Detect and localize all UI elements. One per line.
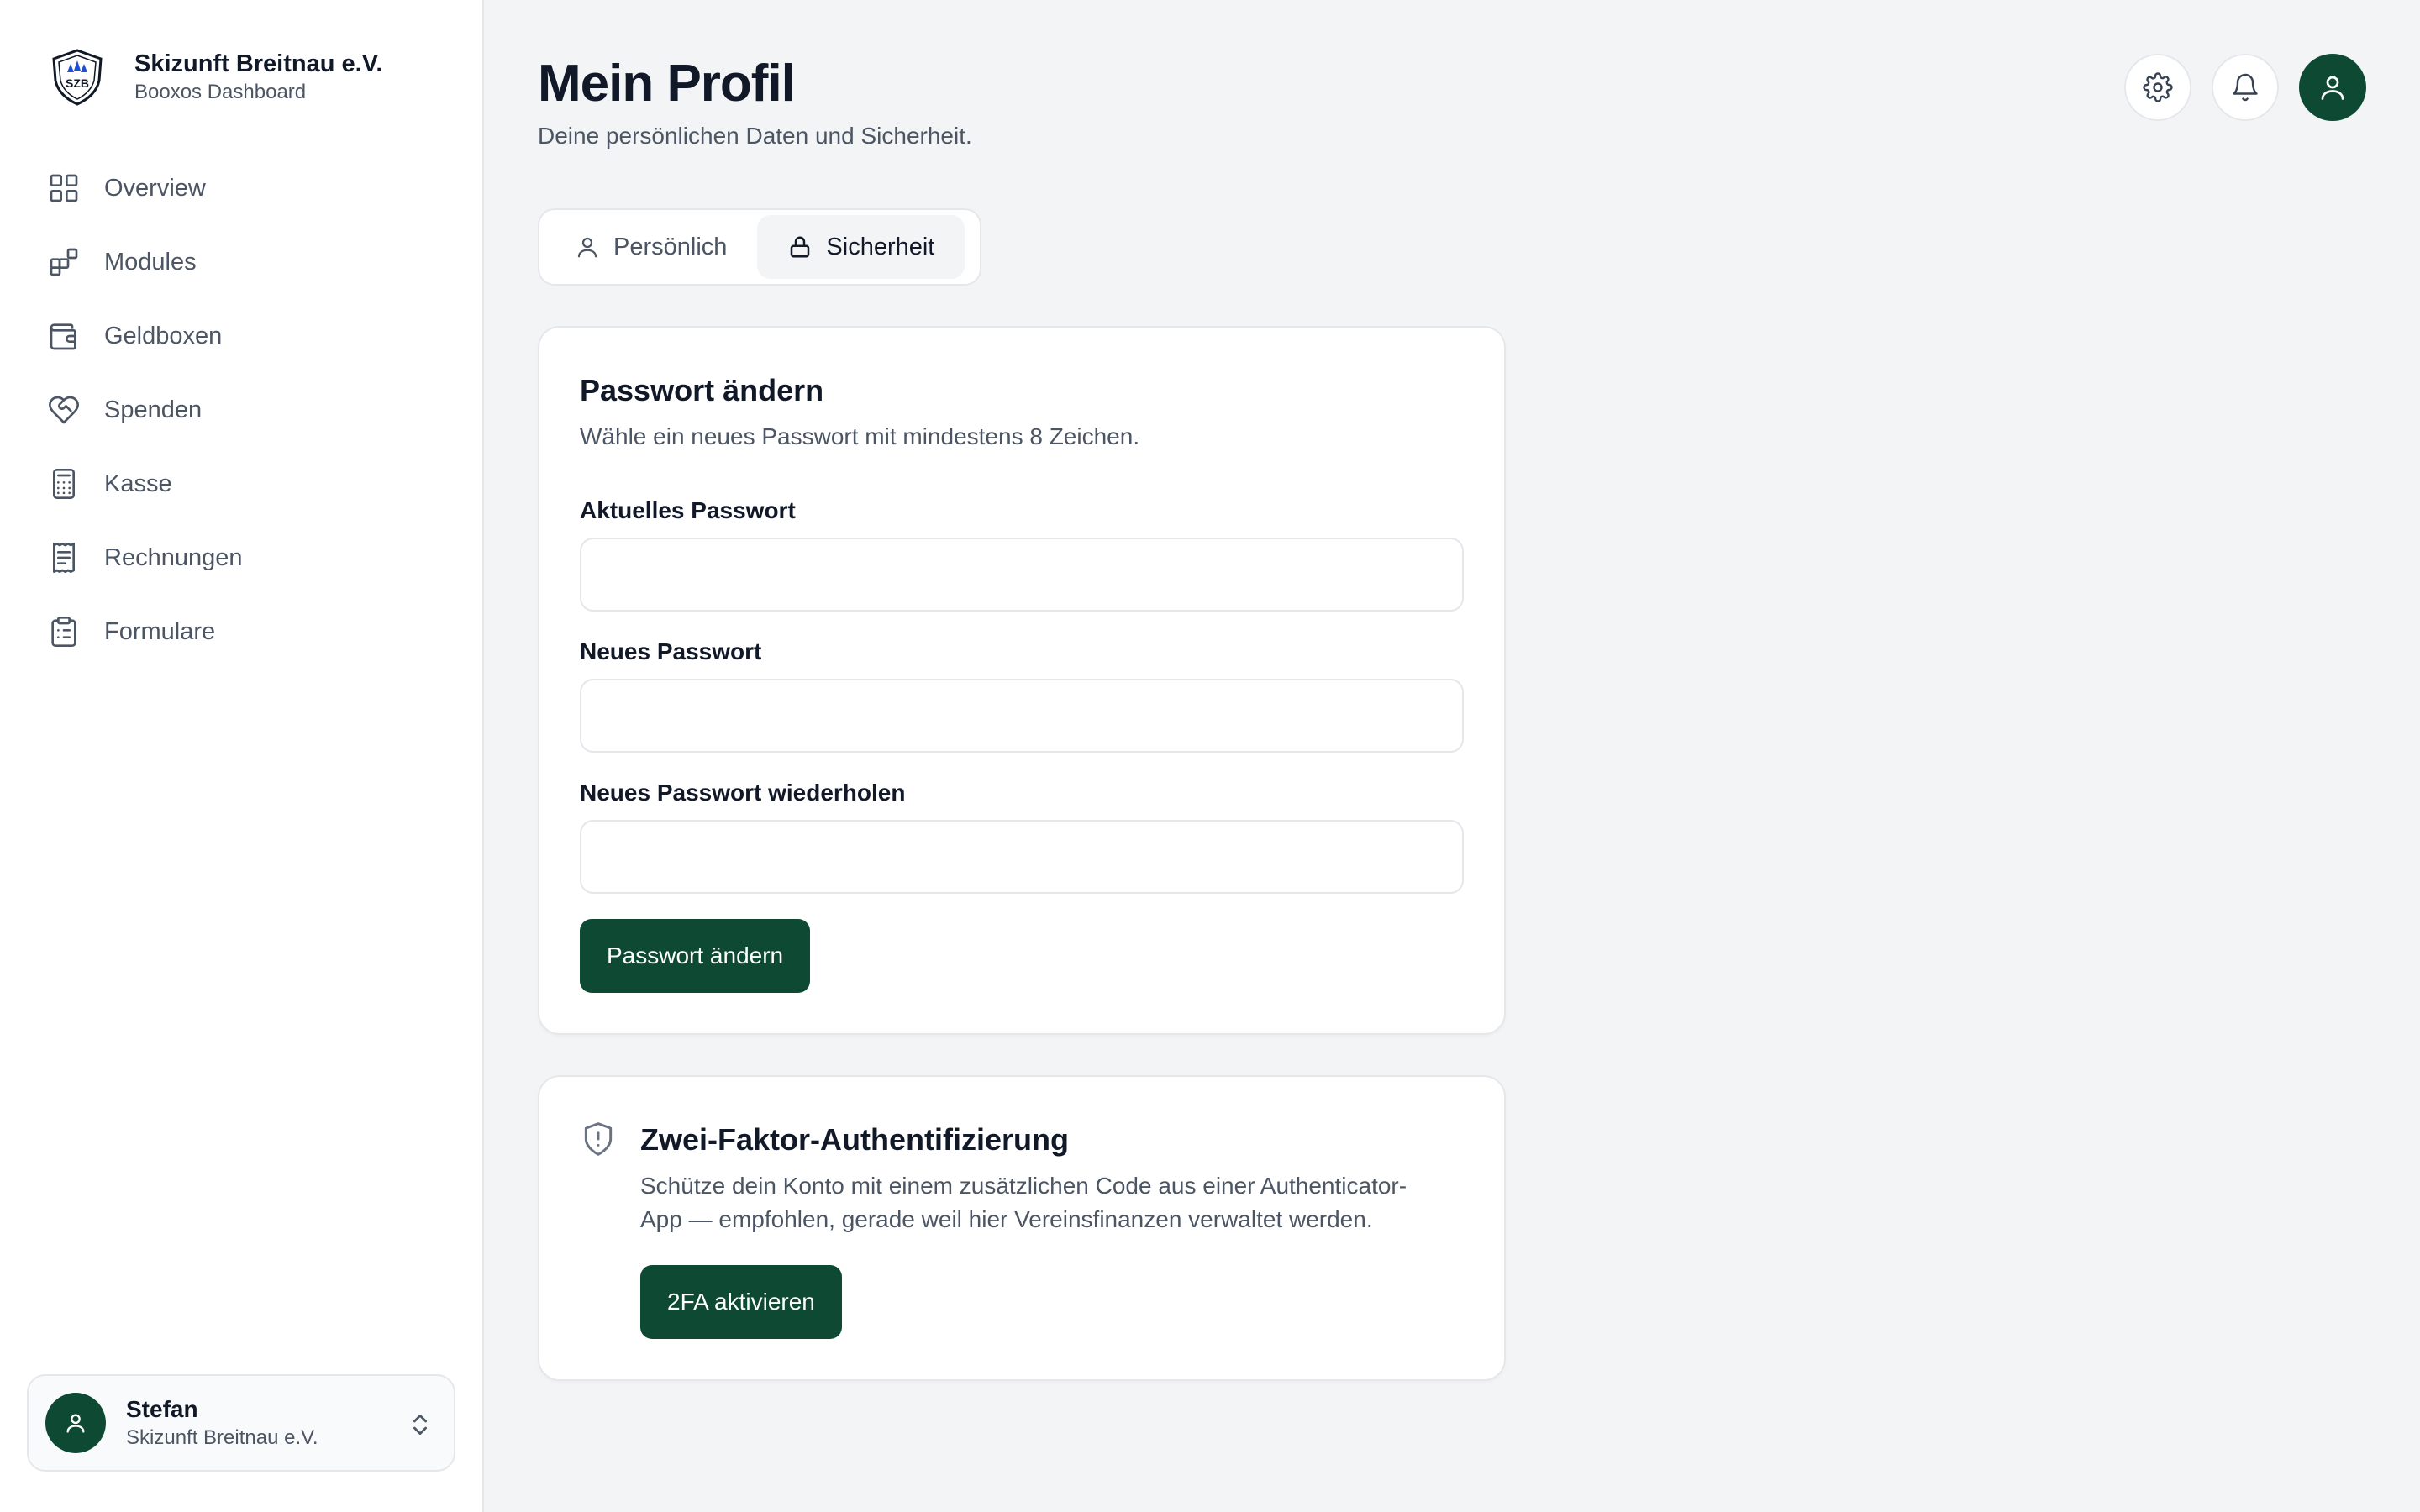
sidebar-item-label: Formulare [104, 617, 216, 645]
sidebar-item-geldboxen[interactable]: Geldboxen [34, 299, 454, 373]
new-password-input[interactable] [580, 679, 1464, 753]
avatar [45, 1393, 106, 1453]
profile-button[interactable] [2299, 54, 2366, 121]
modules-icon [50, 248, 78, 276]
user-menu[interactable]: Stefan Skizunft Breitnau e.V. [27, 1374, 455, 1472]
club-logo-icon: SZB [52, 49, 103, 106]
sidebar-item-overview[interactable]: Overview [34, 151, 454, 225]
brand-title: Skizunft Breitnau e.V. [134, 50, 383, 77]
sidebar-item-label: Rechnungen [104, 543, 243, 571]
sidebar-item-kasse[interactable]: Kasse [34, 447, 454, 521]
brand[interactable]: SZB Skizunft Breitnau e.V. Booxos Dashbo… [47, 47, 382, 108]
calculator-icon [53, 469, 75, 499]
sidebar-item-label: Modules [104, 248, 197, 276]
tab-label: Sicherheit [826, 233, 935, 260]
card-description-line-1: Schütze dein Konto mit einem zusätzliche… [640, 1173, 1407, 1199]
heart-handshake-icon [49, 396, 79, 424]
top-actions [2104, 54, 2366, 121]
bell-icon [2233, 73, 2258, 102]
card-description-line-2: App — empfohlen, gerade weil hier Verein… [640, 1206, 1373, 1232]
sidebar-item-label: Overview [104, 174, 206, 202]
two-factor-card: Zwei-Faktor-Authentifizierung Schütze de… [538, 1075, 1506, 1381]
grid-icon [50, 174, 78, 202]
settings-button[interactable] [2124, 54, 2191, 121]
sidebar-item-modules[interactable]: Modules [34, 225, 454, 299]
tab-persoenlich[interactable]: Persönlich [544, 215, 757, 279]
repeat-password-label: Neues Passwort wiederholen [580, 780, 906, 806]
sidebar-item-spenden[interactable]: Spenden [34, 373, 454, 447]
card-description: Wähle ein neues Passwort mit mindestens … [580, 423, 1140, 449]
sidebar: SZB Skizunft Breitnau e.V. Booxos Dashbo… [0, 0, 484, 1512]
user-icon [66, 1414, 85, 1433]
sidebar-item-formulare[interactable]: Formulare [34, 595, 454, 669]
user-name: Stefan [126, 1396, 198, 1422]
page-title: Mein Profil [538, 55, 796, 113]
current-password-label: Aktuelles Passwort [580, 497, 796, 523]
sidebar-item-rechnungen[interactable]: Rechnungen [34, 521, 454, 595]
change-password-card: Passwort ändern Wähle ein neues Passwort… [538, 326, 1506, 1035]
sidebar-item-label: Geldboxen [104, 322, 223, 349]
lock-icon [791, 236, 810, 258]
sidebar-item-label: Kasse [104, 470, 172, 497]
brand-subtitle: Booxos Dashboard [134, 81, 307, 103]
change-password-button[interactable]: Passwort ändern [580, 919, 811, 993]
sidebar-nav: Overview Modules Geldboxen Spenden Kasse… [34, 151, 454, 669]
user-org: Skizunft Breitnau e.V. [126, 1426, 318, 1449]
shield-alert-icon [584, 1122, 613, 1156]
sidebar-item-label: Spenden [104, 396, 203, 423]
tab-sicherheit[interactable]: Sicherheit [757, 215, 965, 279]
enable-2fa-button[interactable]: 2FA aktivieren [640, 1265, 842, 1339]
notifications-button[interactable] [2212, 54, 2279, 121]
new-password-label: Neues Passwort [580, 638, 762, 664]
user-icon [577, 237, 597, 258]
profile-tabs: Persönlich Sicherheit [538, 208, 981, 286]
receipt-icon [52, 543, 75, 573]
clipboard-icon [51, 617, 76, 647]
chevron-up-down-icon [413, 1415, 427, 1435]
gear-icon [2143, 72, 2173, 102]
card-title: Zwei-Faktor-Authentifizierung [640, 1122, 1069, 1157]
tab-label: Persönlich [613, 233, 728, 260]
wallet-icon [50, 323, 76, 350]
repeat-password-input[interactable] [580, 820, 1464, 894]
current-password-input[interactable] [580, 538, 1464, 612]
user-icon [2321, 76, 2344, 100]
card-title: Passwort ändern [580, 373, 824, 407]
page-subtitle: Deine persönlichen Daten und Sicherheit. [538, 123, 972, 149]
svg-text:SZB: SZB [66, 76, 89, 90]
